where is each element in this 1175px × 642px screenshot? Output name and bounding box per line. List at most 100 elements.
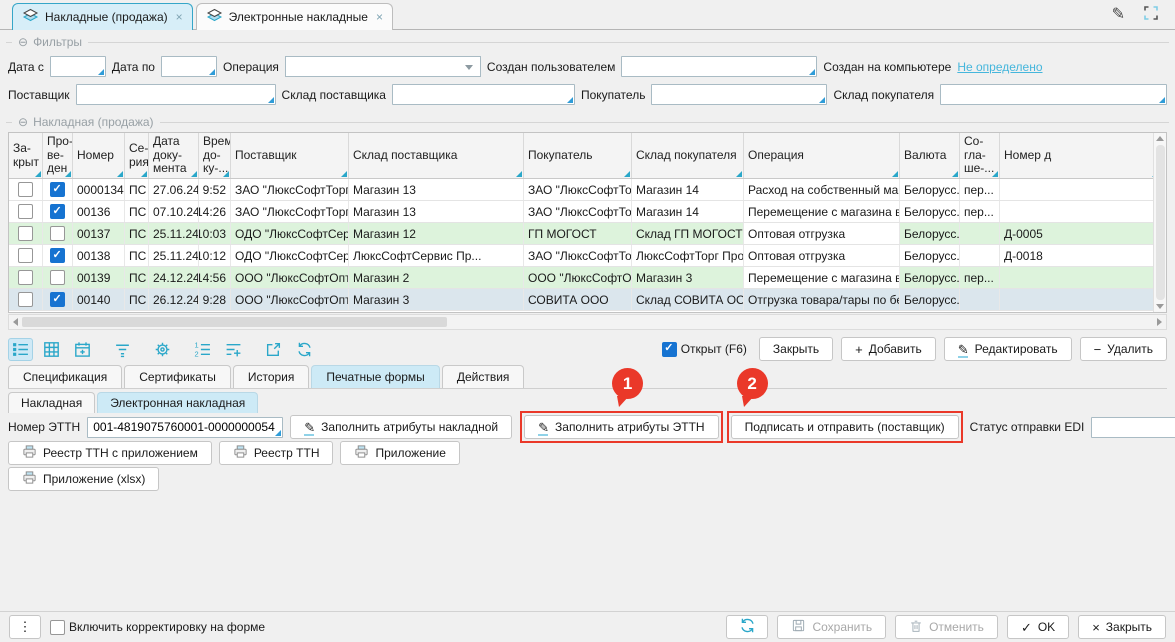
created-by-input[interactable] [621,56,817,77]
form-tab-1[interactable]: Накладная [8,392,95,413]
column-header-12[interactable]: Валюта [900,133,960,178]
calendar-icon[interactable] [70,338,95,361]
grid-icon[interactable] [39,338,64,361]
posted-checkbox[interactable] [50,204,65,219]
numbered-list-icon[interactable]: 12 [190,338,215,361]
collapse-icon[interactable]: ⊖ [18,35,28,49]
date-from-input[interactable] [50,56,106,77]
posted-checkbox[interactable] [50,270,65,285]
column-header-14[interactable]: Номер д [1000,133,1153,178]
edit-button[interactable]: ✎Редактировать [944,337,1072,361]
closed-checkbox[interactable] [18,226,33,241]
closed-checkbox[interactable] [18,182,33,197]
scroll-left-icon[interactable] [13,318,18,326]
vertical-scroll-thumb[interactable] [1156,145,1165,300]
close-tab-icon[interactable]: × [376,10,383,24]
column-header-10[interactable]: Склад покупателя [632,133,744,178]
supplier-input[interactable] [76,84,276,105]
closed-checkbox[interactable] [18,292,33,307]
column-header-7[interactable]: Поставщик [231,133,349,178]
scroll-down-icon[interactable] [1156,304,1164,309]
scroll-right-icon[interactable] [1157,318,1162,326]
open-checkbox-row[interactable]: Открыт (F6) [662,342,747,357]
add-button[interactable]: +Добавить [841,337,936,361]
cancel-button[interactable]: Отменить [895,615,998,639]
print-button-4[interactable]: Приложение (xlsx) [8,467,159,491]
collapse-icon[interactable]: ⊖ [18,115,28,129]
open-checkbox[interactable] [662,342,677,357]
more-actions-button[interactable]: ⋮ [9,615,41,639]
created-on-link[interactable]: Не определено [957,60,1042,74]
closed-checkbox[interactable] [18,204,33,219]
closed-checkbox[interactable] [18,248,33,263]
vertical-scrollbar[interactable] [1153,133,1166,312]
detail-tab-3[interactable]: История [233,365,310,388]
window-tab-2[interactable]: Электронные накладные× [196,3,393,30]
buyer-input[interactable] [651,84,827,105]
detail-tab-2[interactable]: Сертификаты [124,365,231,388]
posted-checkbox[interactable] [50,248,65,263]
posted-checkbox[interactable] [50,182,65,197]
posted-checkbox[interactable] [50,292,65,307]
supplier-wh-input[interactable] [392,84,575,105]
posted-checkbox[interactable] [50,226,65,241]
print-button-3[interactable]: Приложение [340,441,459,465]
table-row-3[interactable]: 00137ПС25.11.2410:03ОДО "ЛюксСофтСерв...… [9,223,1153,245]
posted-cell [43,245,73,266]
open-external-icon[interactable] [261,338,286,361]
refresh-button[interactable] [726,615,768,639]
date-to-input[interactable] [161,56,217,77]
close-form-button[interactable]: ×Закрыть [1078,615,1166,639]
sign-send-button[interactable]: Подписать и отправить (поставщик) [731,415,959,439]
detail-tab-4[interactable]: Печатные формы [311,365,439,388]
table-row-4[interactable]: 00138ПС25.11.2410:12ОДО "ЛюксСофтСерв...… [9,245,1153,267]
filter-icon[interactable] [110,338,135,361]
close-record-button[interactable]: Закрыть [759,337,833,361]
print-button-2[interactable]: Реестр ТТН [219,441,334,465]
view-list-icon[interactable] [8,338,33,361]
horizontal-scrollbar[interactable] [8,314,1167,330]
column-header-8[interactable]: Склад поставщика [349,133,524,178]
column-header-13[interactable]: Со- гла- ше-... [960,133,1000,178]
table-row-5[interactable]: 00139ПС24.12.2414:56ООО "ЛюксСофтОпт"Маг… [9,267,1153,289]
save-button[interactable]: Сохранить [777,615,886,639]
ettn-number-input[interactable] [87,417,283,438]
table-row-2[interactable]: 00136ПС07.10.2414:26ЗАО "ЛюксСофтТорг"Ма… [9,201,1153,223]
horizontal-scroll-thumb[interactable] [22,317,447,327]
ok-button[interactable]: ✓OK [1007,615,1069,639]
adjustment-checkbox[interactable] [50,620,65,635]
gear-icon[interactable] [150,338,175,361]
add-list-icon[interactable] [221,338,246,361]
posted-cell [43,201,73,222]
column-header-6[interactable]: Время до- ку-... [199,133,231,178]
close-tab-icon[interactable]: × [176,10,183,24]
column-header-1[interactable]: За- крыт [9,133,43,178]
column-header-3[interactable]: Номер [73,133,125,178]
table-row-6[interactable]: 00140ПС26.12.249:28ООО "ЛюксСофтОпт"Мага… [9,289,1153,311]
operation-select[interactable] [285,56,481,77]
form-tab-2[interactable]: Электронная накладная [97,392,258,413]
closed-checkbox[interactable] [18,270,33,285]
window-tab-1[interactable]: Накладные (продажа)× [12,3,193,30]
cell: Расход на собственный магазин [744,179,900,200]
fill-invoice-attrs-button[interactable]: ✎ Заполнить атрибуты накладной [290,415,512,439]
delete-button[interactable]: −Удалить [1080,337,1167,361]
detail-tab-1[interactable]: Спецификация [8,365,122,388]
detail-tab-5[interactable]: Действия [442,365,525,388]
refresh-icon[interactable] [292,338,317,361]
adjustment-checkbox-row[interactable]: Включить корректировку на форме [50,620,265,635]
fill-ettn-attrs-button[interactable]: ✎ Заполнить атрибуты ЭТТН [524,415,718,439]
buyer-wh-input[interactable] [940,84,1167,105]
scroll-up-icon[interactable] [1156,136,1164,141]
column-header-2[interactable]: Про- ве- ден [43,133,73,178]
fullscreen-icon[interactable] [1143,5,1159,24]
column-header-11[interactable]: Операция [744,133,900,178]
edi-status-input[interactable] [1091,417,1175,438]
column-header-5[interactable]: Дата доку- мента [149,133,199,178]
column-header-4[interactable]: Се- рия [125,133,149,178]
print-button-1[interactable]: Реестр ТТН с приложением [8,441,212,465]
table-row-1[interactable]: 0000134ПС27.06.249:52ЗАО "ЛюксСофтТорг"М… [9,179,1153,201]
edit-pencil-icon[interactable]: ✎ [1112,7,1125,23]
column-header-9[interactable]: Покупатель [524,133,632,178]
cell: 14:56 [199,267,231,288]
